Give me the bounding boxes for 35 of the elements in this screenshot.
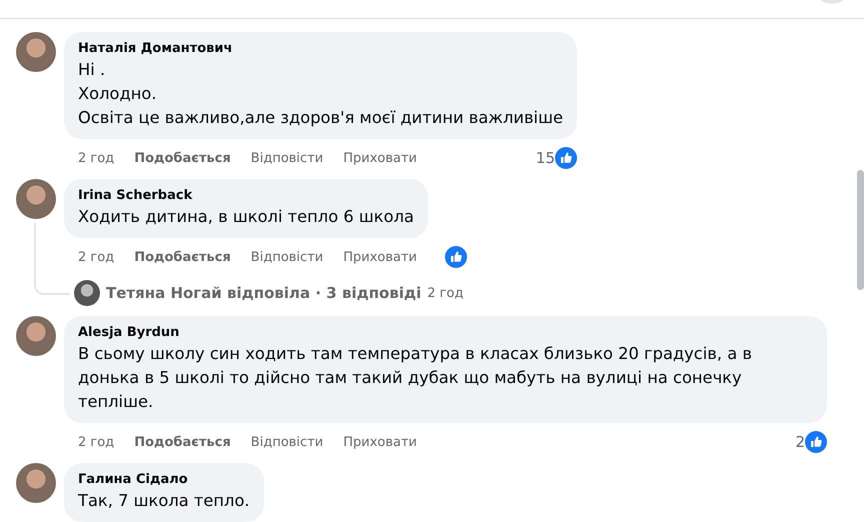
- author-name[interactable]: Irina Scherback: [78, 187, 414, 205]
- like-icon: [555, 147, 577, 169]
- hide-link[interactable]: Приховати: [343, 250, 417, 264]
- view-replies-link[interactable]: Тетяна Ногай відповіла · 3 відповіді: [106, 284, 422, 302]
- avatar[interactable]: [16, 32, 56, 72]
- comment-text: В сьому школу син ходить там температура в класах близько 20 градусів, а в донька в 5 школі то дійсно там такий дубак що мабуть на вулиці на сонечку тепліше.: [78, 343, 753, 413]
- avatar[interactable]: [16, 316, 56, 356]
- avatar[interactable]: [16, 179, 56, 219]
- like-link[interactable]: Подобається: [134, 434, 231, 450]
- comment-text: Освіта це важливо,але здоров'я моєї дитини важливіше: [78, 107, 563, 129]
- reply-time: 2 год: [427, 286, 464, 300]
- avatar[interactable]: [16, 463, 56, 503]
- like-link[interactable]: Подобається: [134, 150, 231, 166]
- reaction-count[interactable]: 15: [536, 149, 555, 167]
- reply-link[interactable]: Відповісти: [250, 250, 324, 264]
- reply-link[interactable]: Відповісти: [250, 434, 324, 450]
- author-name[interactable]: Галина Сідало: [78, 471, 250, 489]
- like-link[interactable]: Подобається: [134, 250, 231, 264]
- comment-text: Ні .: [78, 59, 106, 81]
- reaction-count[interactable]: 2: [795, 433, 805, 451]
- comment-text: Ходить дитина, в школі тепло 6 школа: [78, 206, 414, 228]
- avatar: [74, 280, 100, 306]
- reply-link[interactable]: Відповісти: [250, 150, 324, 166]
- hide-link[interactable]: Приховати: [343, 434, 417, 450]
- author-name[interactable]: Alesja Byrdun: [78, 324, 813, 342]
- comment-text: Так, 7 школа тепло.: [78, 490, 250, 512]
- author-name[interactable]: Наталія Домантович: [78, 40, 563, 58]
- timestamp-link[interactable]: 2 год: [78, 250, 114, 264]
- like-icon: [445, 246, 467, 268]
- hide-link[interactable]: Приховати: [343, 150, 417, 166]
- timestamp-link[interactable]: 2 год: [78, 434, 114, 450]
- like-icon: [805, 431, 827, 453]
- scrollbar-thumb[interactable]: [857, 170, 864, 290]
- comment-text: Холодно.: [78, 83, 158, 105]
- timestamp-link[interactable]: 2 год: [78, 150, 114, 166]
